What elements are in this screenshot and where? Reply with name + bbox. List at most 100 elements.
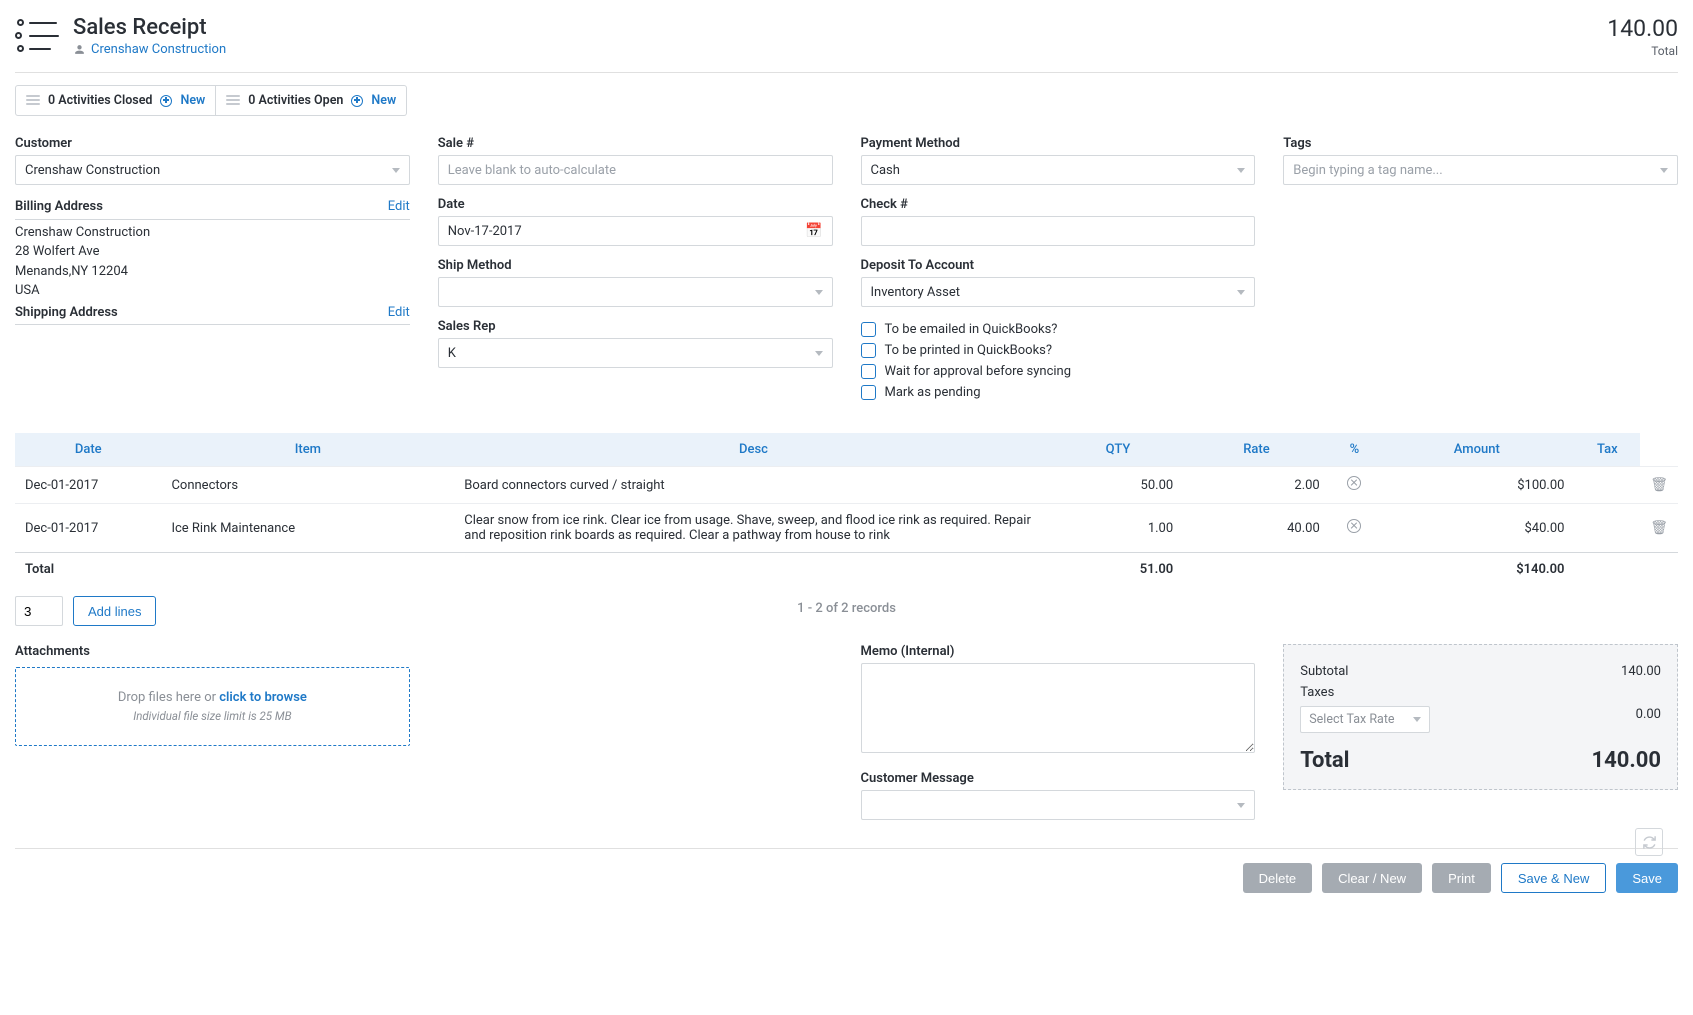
edit-shipping-link[interactable]: Edit [388,303,410,323]
row-delete[interactable]: 🗑 [1640,467,1678,504]
row-pct-remove[interactable] [1330,504,1379,553]
trash-icon: 🗑 [1650,520,1668,536]
sale-number-input[interactable]: Leave blank to auto-calculate [438,155,833,185]
table-row[interactable]: Dec-01-2017ConnectorsBoard connectors cu… [15,467,1678,504]
approval-checkbox[interactable]: Wait for approval before syncing [861,361,1256,382]
total-label: Total [1300,748,1349,773]
add-lines-button[interactable]: Add lines [73,596,156,626]
records-info: 1 - 2 of 2 records [15,601,1678,616]
ship-method-select[interactable] [438,277,833,307]
row-amount: $40.00 [1379,504,1574,553]
row-rate: 2.00 [1183,467,1330,504]
page-header: Sales Receipt Crenshaw Construction 140.… [15,15,1678,73]
customer-message-select[interactable] [861,790,1256,820]
check-number-input[interactable] [861,216,1256,246]
table-total-amount: $140.00 [1379,553,1574,587]
row-desc: Clear snow from ice rink. Clear ice from… [454,504,1052,553]
delete-button[interactable]: Delete [1243,863,1313,893]
taxes-value: 0.00 [1636,685,1661,722]
sales-rep-select[interactable]: K [438,338,833,368]
list-icon [26,95,40,107]
shipping-address-label: Shipping Address [15,303,118,323]
chevron-down-icon [1237,290,1245,295]
row-amount: $100.00 [1379,467,1574,504]
payment-method-select[interactable]: Cash [861,155,1256,185]
table-total-qty: 51.00 [1053,553,1183,587]
date-input[interactable]: Nov-17-2017 📅 [438,216,833,246]
activities-bar: 0 Activities Closed New 0 Activities Ope… [15,85,1678,116]
row-pct-remove[interactable] [1330,467,1379,504]
add-line-count-input[interactable] [15,596,63,626]
save-button[interactable]: Save [1616,863,1678,893]
subtotal-value: 140.00 [1621,664,1661,679]
list-icon [226,95,240,107]
print-button[interactable]: Print [1432,863,1491,893]
col-item[interactable]: Item [161,433,454,467]
new-open-activity[interactable]: New [371,93,396,108]
header-total-label: Total [1607,44,1678,58]
customer-field: Customer Crenshaw Construction [15,136,410,185]
browse-link[interactable]: click to browse [219,690,307,705]
col-tax[interactable]: Tax [1574,433,1640,467]
header-total-value: 140.00 [1607,15,1678,42]
plus-icon [351,95,363,107]
deposit-account-select[interactable]: Inventory Asset [861,277,1256,307]
activities-open-tab[interactable]: 0 Activities Open New [216,85,407,116]
chevron-down-icon [392,168,400,173]
col-rate[interactable]: Rate [1183,433,1330,467]
new-closed-activity[interactable]: New [180,93,205,108]
row-delete[interactable]: 🗑 [1640,504,1678,553]
totals-panel: Subtotal 140.00 Taxes Select Tax Rate 0.… [1283,644,1678,790]
clear-new-button[interactable]: Clear / New [1322,863,1422,893]
tax-rate-select[interactable]: Select Tax Rate [1300,706,1430,733]
attachments-dropzone[interactable]: Drop files here or click to browse Indiv… [15,667,410,746]
col-pct[interactable]: % [1330,433,1379,467]
plus-icon [160,95,172,107]
chevron-down-icon [1237,803,1245,808]
row-date: Dec-01-2017 [15,467,161,504]
billing-line: USA [15,281,410,301]
row-tax [1574,504,1640,553]
taxes-label: Taxes [1300,685,1430,700]
table-row[interactable]: Dec-01-2017Ice Rink MaintenanceClear sno… [15,504,1678,553]
subtotal-label: Subtotal [1300,664,1348,679]
billing-line: Menands,NY 12204 [15,262,410,282]
page-title: Sales Receipt [73,15,226,40]
tags-input[interactable]: Begin typing a tag name... [1283,155,1678,185]
trash-icon: 🗑 [1650,477,1668,493]
col-date[interactable]: Date [15,433,161,467]
receipt-icon [15,17,61,55]
email-checkbox[interactable]: To be emailed in QuickBooks? [861,319,1256,340]
col-desc[interactable]: Desc [454,433,1052,467]
row-desc: Board connectors curved / straight [454,467,1052,504]
customer-breadcrumb-link[interactable]: Crenshaw Construction [73,42,226,57]
edit-billing-link[interactable]: Edit [388,197,410,217]
chevron-down-icon [1237,168,1245,173]
memo-textarea[interactable] [861,663,1256,753]
print-checkbox[interactable]: To be printed in QuickBooks? [861,340,1256,361]
row-rate: 40.00 [1183,504,1330,553]
total-value: 140.00 [1592,748,1662,773]
activities-closed-tab[interactable]: 0 Activities Closed New [15,85,216,116]
row-tax [1574,467,1640,504]
refresh-icon [1642,835,1657,850]
save-new-button[interactable]: Save & New [1501,863,1607,893]
person-icon [73,43,86,56]
remove-icon [1347,476,1361,490]
attachments-label: Attachments [15,644,410,659]
row-item: Connectors [161,467,454,504]
table-total-label: Total [15,553,161,587]
chevron-down-icon [815,351,823,356]
billing-line: 28 Wolfert Ave [15,242,410,262]
chevron-down-icon [1660,168,1668,173]
col-amount[interactable]: Amount [1379,433,1574,467]
billing-line: Crenshaw Construction [15,223,410,243]
chevron-down-icon [1413,717,1421,722]
calendar-icon: 📅 [805,223,822,239]
refresh-button[interactable] [1635,828,1663,856]
row-item: Ice Rink Maintenance [161,504,454,553]
col-qty[interactable]: QTY [1053,433,1183,467]
line-items-table: Date Item Desc QTY Rate % Amount Tax Dec… [15,433,1678,586]
pending-checkbox[interactable]: Mark as pending [861,382,1256,403]
customer-select[interactable]: Crenshaw Construction [15,155,410,185]
